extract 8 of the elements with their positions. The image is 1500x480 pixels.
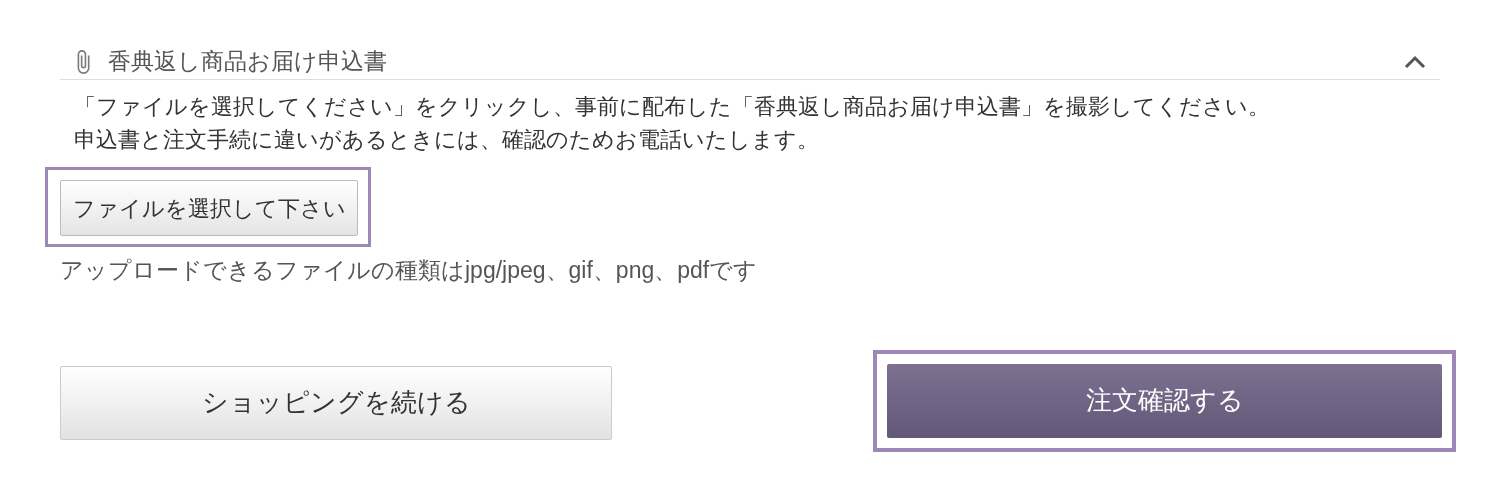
file-type-note: アップロードできるファイルの種類はjpg/jpeg、gif、png、pdfです (60, 256, 759, 285)
section-title: 香典返し商品お届け申込書 (108, 47, 387, 77)
instruction-text: 申込書と注文手続に違いがあるときには、確認のためお電話いたします。 (74, 127, 820, 153)
file-select-button[interactable]: ファイルを選択して下さい (60, 180, 358, 236)
chevron-up-icon (1404, 54, 1426, 69)
continue-shopping-button[interactable]: ショッピングを続ける (60, 365, 612, 440)
instruction-text: 「ファイルを選択してください」をクリックし、事前に配布した「香典返し商品お届け申込書」を撮影してください。 (74, 94, 1271, 120)
confirm-order-button[interactable]: 注文確認する (887, 363, 1442, 438)
